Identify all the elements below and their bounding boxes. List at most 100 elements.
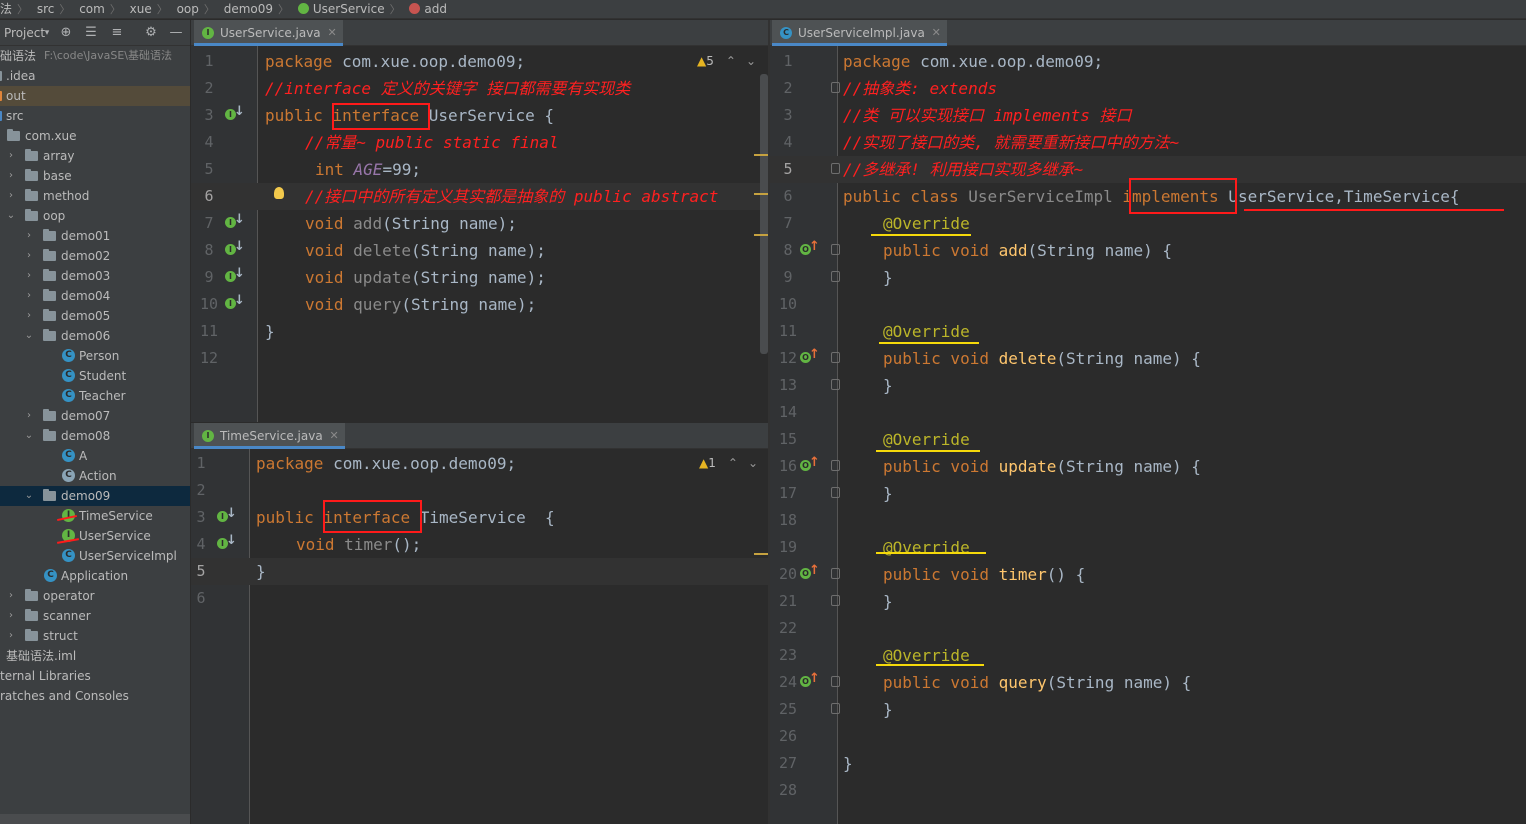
bulb-icon[interactable]	[274, 187, 284, 199]
chevron-right-icon[interactable]: ›	[6, 146, 16, 166]
tree-item-userservice[interactable]: I UserService	[0, 526, 190, 546]
chevron-up-icon[interactable]: ⌃	[726, 54, 736, 68]
tree-item-student[interactable]: C Student	[0, 366, 190, 386]
breadcrumb-item[interactable]: add	[424, 0, 447, 18]
chevron-right-icon[interactable]: ›	[24, 246, 34, 266]
tree-item-demo04[interactable]: › demo04	[0, 286, 190, 306]
implemented-icon[interactable]: I ↓	[217, 534, 237, 551]
chevron-up-icon[interactable]: ⌃	[728, 456, 738, 470]
tree-item-out[interactable]: out	[0, 86, 190, 106]
tree-item-demo01[interactable]: › demo01	[0, 226, 190, 246]
expand-all-icon[interactable]: ☰	[82, 20, 100, 46]
implemented-icon[interactable]: I ↓	[225, 240, 245, 257]
fold-marker[interactable]	[831, 595, 840, 606]
fold-marker[interactable]	[831, 379, 840, 390]
breadcrumb-item[interactable]: 法	[0, 0, 12, 18]
tree-item-demo09[interactable]: ⌄ demo09	[0, 486, 190, 506]
fold-marker[interactable]	[831, 352, 840, 363]
breadcrumb-item[interactable]: demo09	[224, 0, 273, 18]
tab-timeservice[interactable]: I TimeService.java ✕	[194, 423, 345, 449]
chevron-down-icon[interactable]: ⌄	[6, 206, 16, 226]
chevron-right-icon[interactable]: ›	[6, 586, 16, 606]
tree-item-base[interactable]: › base	[0, 166, 190, 186]
tree-item-demo05[interactable]: › demo05	[0, 306, 190, 326]
tree-item-demo02[interactable]: › demo02	[0, 246, 190, 266]
tree-item-person[interactable]: C Person	[0, 346, 190, 366]
chevron-right-icon[interactable]: ›	[6, 606, 16, 626]
tree-item-timeservice[interactable]: I TimeService	[0, 506, 190, 526]
tree-item-scratches[interactable]: ratches and Consoles	[0, 686, 190, 706]
inspection-widget[interactable]: ▲5 ⌃ ⌄	[697, 54, 756, 68]
implemented-icon[interactable]: I ↓	[225, 105, 245, 122]
implemented-icon[interactable]: I ↓	[217, 507, 237, 524]
fold-marker[interactable]	[831, 82, 840, 93]
breadcrumb-item[interactable]: xue	[130, 0, 152, 18]
tree-item-operator[interactable]: › operator	[0, 586, 190, 606]
breadcrumb-item[interactable]: UserService	[313, 0, 385, 18]
fold-marker[interactable]	[831, 244, 840, 255]
close-icon[interactable]: ✕	[932, 20, 941, 46]
chevron-right-icon[interactable]: ›	[24, 306, 34, 326]
tree-item-demo03[interactable]: › demo03	[0, 266, 190, 286]
tree-item-scanner[interactable]: › scanner	[0, 606, 190, 626]
tree-item-com-xue[interactable]: com.xue	[0, 126, 190, 146]
implementing-icon[interactable]: O ↑	[800, 240, 820, 257]
tree-item-a[interactable]: CA	[0, 446, 190, 466]
breadcrumb-item[interactable]: oop	[177, 0, 199, 18]
breadcrumb-item[interactable]: src	[37, 0, 55, 18]
inspection-widget[interactable]: ▲1 ⌃ ⌄	[699, 456, 758, 470]
tree-root[interactable]: 础语法 F:\code\JavaSE\基础语法	[0, 46, 190, 66]
gear-icon[interactable]: ⚙	[142, 20, 160, 46]
project-scrollbar[interactable]	[0, 814, 190, 824]
tree-item-demo06[interactable]: ⌄ demo06	[0, 326, 190, 346]
fold-marker[interactable]	[831, 460, 840, 471]
implemented-icon[interactable]: I ↓	[225, 267, 245, 284]
implementing-icon[interactable]: O ↑	[800, 348, 820, 365]
hide-icon[interactable]: —	[167, 20, 185, 46]
chevron-down-icon[interactable]: ⌄	[748, 456, 758, 470]
tree-item-iml[interactable]: 基础语法.iml	[0, 646, 190, 666]
chevron-right-icon[interactable]: ›	[6, 626, 16, 646]
breadcrumb-item[interactable]: com	[79, 0, 105, 18]
tree-item-application[interactable]: C Application	[0, 566, 190, 586]
chevron-right-icon[interactable]: ›	[24, 406, 34, 426]
tree-item-oop[interactable]: ⌄ oop	[0, 206, 190, 226]
chevron-right-icon[interactable]: ›	[24, 226, 34, 246]
fold-marker[interactable]	[831, 487, 840, 498]
chevron-down-icon[interactable]: ⌄	[24, 326, 34, 346]
chevron-down-icon[interactable]: ⌄	[24, 426, 34, 446]
tree-item-src[interactable]: src	[0, 106, 190, 126]
tree-item-external-libraries[interactable]: ternal Libraries	[0, 666, 190, 686]
implemented-icon[interactable]: I ↓	[225, 294, 245, 311]
chevron-down-icon[interactable]: ▾	[38, 20, 56, 46]
chevron-right-icon[interactable]: ›	[24, 266, 34, 286]
close-icon[interactable]: ✕	[327, 20, 336, 46]
implementing-icon[interactable]: O ↑	[800, 564, 820, 581]
tree-item-userserviceimpl[interactable]: C UserServiceImpl	[0, 546, 190, 566]
fold-marker[interactable]	[831, 271, 840, 282]
implemented-icon[interactable]: I ↓	[225, 213, 245, 230]
fold-marker[interactable]	[831, 568, 840, 579]
tree-item-array[interactable]: › array	[0, 146, 190, 166]
chevron-right-icon[interactable]: ›	[24, 286, 34, 306]
tree-item-idea[interactable]: .idea	[0, 66, 190, 86]
fold-marker[interactable]	[831, 163, 840, 174]
implementing-icon[interactable]: O ↑	[800, 456, 820, 473]
fold-marker[interactable]	[831, 703, 840, 714]
implementing-icon[interactable]: O ↑	[800, 672, 820, 689]
tree-item-demo07[interactable]: › demo07	[0, 406, 190, 426]
tree-item-demo08[interactable]: ⌄ demo08	[0, 426, 190, 446]
tab-userservice[interactable]: I UserService.java ✕	[194, 20, 343, 46]
chevron-right-icon[interactable]: ›	[6, 186, 16, 206]
editor-scrollbar[interactable]	[760, 74, 768, 354]
locate-icon[interactable]: ⊕	[57, 20, 75, 46]
tree-item-action[interactable]: C Action	[0, 466, 190, 486]
tab-userserviceimpl[interactable]: C UserServiceImpl.java ✕	[772, 20, 947, 46]
tree-item-teacher[interactable]: C Teacher	[0, 386, 190, 406]
close-icon[interactable]: ✕	[329, 423, 338, 449]
chevron-down-icon[interactable]: ⌄	[24, 486, 34, 506]
tree-item-struct[interactable]: › struct	[0, 626, 190, 646]
chevron-right-icon[interactable]: ›	[6, 166, 16, 186]
chevron-down-icon[interactable]: ⌄	[746, 54, 756, 68]
tree-item-method[interactable]: › method	[0, 186, 190, 206]
